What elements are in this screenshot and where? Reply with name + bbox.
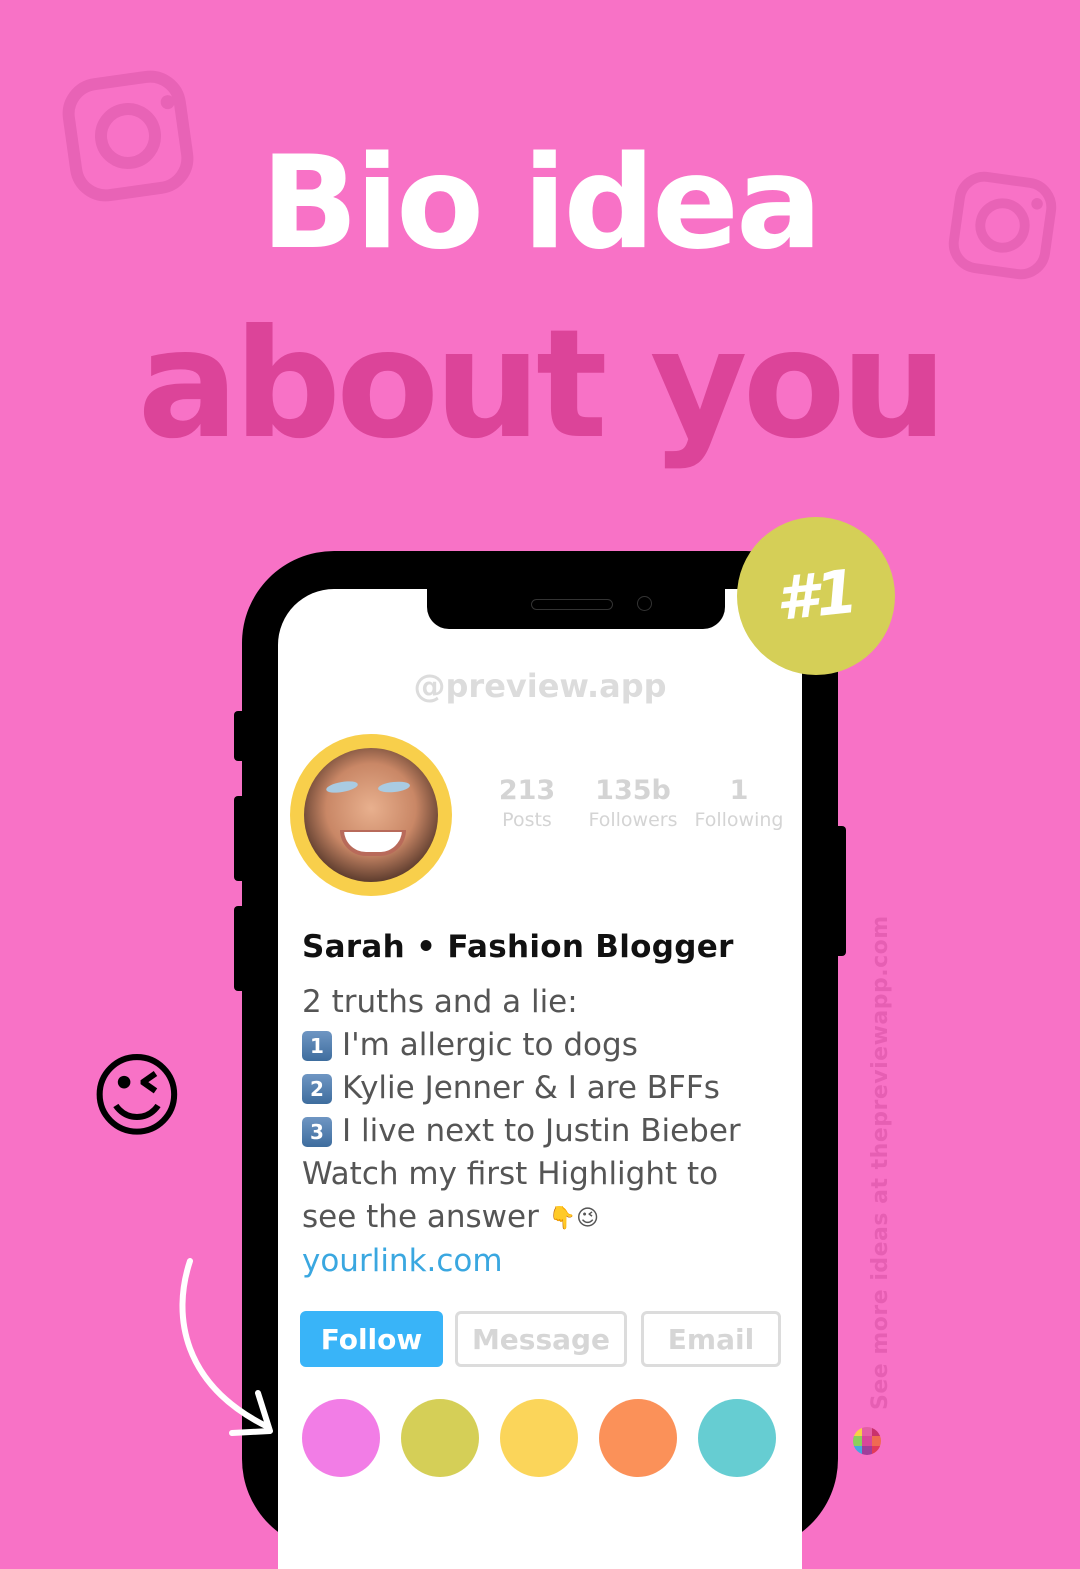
bio-line: Watch my first Highlight to (302, 1156, 719, 1192)
avatar-eye (377, 780, 411, 794)
story-highlights (302, 1399, 776, 1477)
phone-side-button (834, 826, 846, 956)
front-camera (637, 596, 652, 611)
highlight-circle[interactable] (599, 1399, 677, 1477)
follow-button[interactable]: Follow (300, 1311, 443, 1367)
avatar-eye (325, 779, 359, 795)
email-button[interactable]: Email (641, 1311, 781, 1367)
avatar-photo (304, 748, 438, 882)
profile-name: Sarah • Fashion Blogger (302, 929, 734, 965)
bio-item: 1 I'm allergic to dogs (302, 1024, 802, 1067)
avatar-smile (340, 830, 406, 856)
profile-actions: Follow Message Email (300, 1311, 781, 1367)
speaker-grille (531, 599, 613, 610)
bio-item: 3 I live next to Justin Bieber (302, 1110, 802, 1153)
bio-item: 2 Kylie Jenner & I are BFFs (302, 1067, 802, 1110)
bio-item-text: Kylie Jenner & I are BFFs (342, 1070, 720, 1106)
promo-side-text: See more ideas at thepreviewapp.com (868, 915, 893, 1410)
phone-notch (427, 589, 725, 629)
bio-intro: 2 truths and a lie: (302, 984, 578, 1020)
highlight-circle[interactable] (401, 1399, 479, 1477)
stat-value: 135b (595, 775, 671, 806)
phone-side-button (234, 906, 246, 991)
preview-app-logo-icon (853, 1427, 881, 1455)
stat-value: 213 (498, 775, 556, 806)
phone-side-button (234, 796, 246, 881)
stat-label: Posts (502, 809, 552, 831)
curved-arrow-icon (179, 1258, 273, 1436)
avatar[interactable] (290, 734, 452, 896)
profile-handle: @preview.app (413, 667, 667, 705)
stat-label: Followers (588, 809, 678, 831)
headline-line-2: about you (137, 298, 948, 472)
keycap-3-icon: 3 (302, 1117, 332, 1147)
phone-mockup: @preview.app 213 Posts 135b Followers 1 … (234, 551, 846, 1569)
phone-screen: @preview.app 213 Posts 135b Followers 1 … (278, 589, 802, 1569)
stat-value: 1 (729, 775, 749, 806)
pointing-down-wink-emoji-icon: 👇😉 (548, 1206, 600, 1231)
profile-stats: 213 Posts 135b Followers 1 Following (474, 775, 792, 833)
headline-line-1: Bio idea (260, 129, 823, 278)
phone-side-button (234, 711, 246, 761)
highlight-circle[interactable] (302, 1399, 380, 1477)
bio-line: see the answer 👇😉 (302, 1196, 802, 1240)
number-badge: #1 (737, 517, 895, 675)
winking-face-emoji-icon: 😉 (89, 1043, 185, 1150)
profile-bio: 2 truths and a lie: 1 I'm allergic to dog… (302, 981, 802, 1283)
message-button[interactable]: Message (455, 1311, 627, 1367)
stat-label: Following (694, 809, 784, 831)
bio-line-text: see the answer (302, 1199, 539, 1235)
bio-link[interactable]: yourlink.com (302, 1240, 802, 1283)
stat-following[interactable]: 1 Following (686, 775, 792, 833)
highlight-circle[interactable] (698, 1399, 776, 1477)
keycap-2-icon: 2 (302, 1074, 332, 1104)
highlight-circle[interactable] (500, 1399, 578, 1477)
stat-posts[interactable]: 213 Posts (474, 775, 580, 833)
keycap-1-icon: 1 (302, 1031, 332, 1061)
badge-label: #1 (772, 557, 860, 635)
stat-followers[interactable]: 135b Followers (580, 775, 686, 833)
bio-item-text: I live next to Justin Bieber (342, 1113, 741, 1149)
bio-item-text: I'm allergic to dogs (342, 1027, 638, 1063)
